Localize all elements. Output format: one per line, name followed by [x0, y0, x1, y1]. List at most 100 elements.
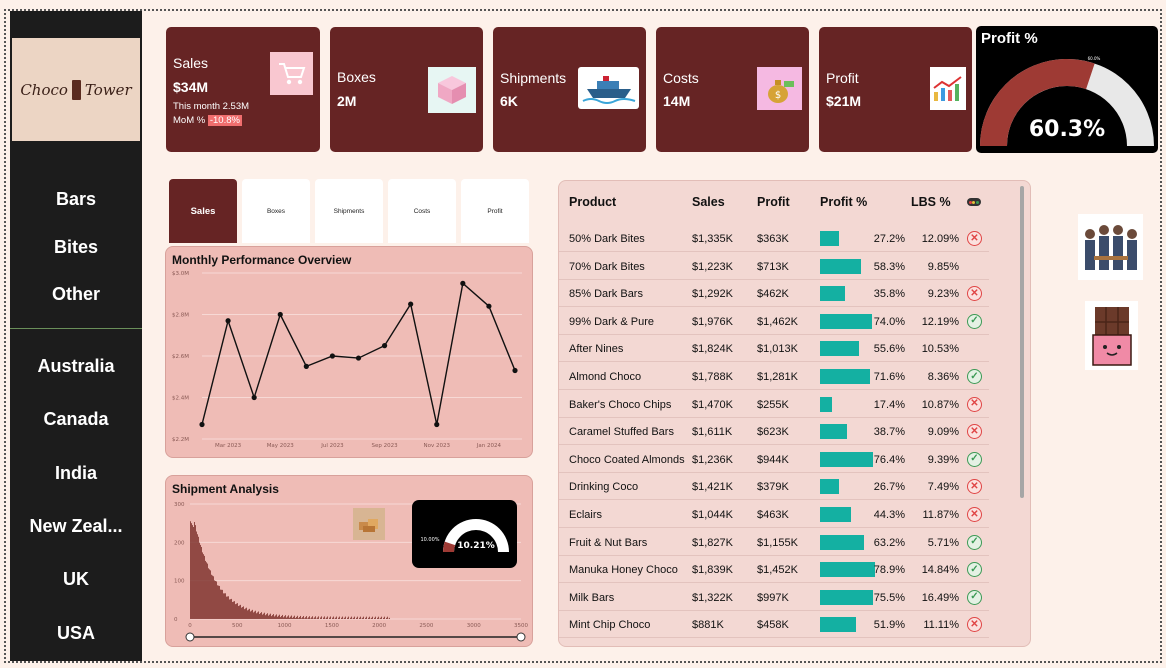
data-point[interactable]: [303, 363, 309, 369]
shipment-gauge-card: 10.00% 10.21%: [412, 500, 517, 568]
data-point[interactable]: [486, 303, 492, 309]
table-row[interactable]: 85% Dark Bars $1,292K $462K 35.8% 9.23% ✕: [559, 280, 989, 308]
table-row[interactable]: Almond Choco $1,788K $1,281K 71.6% 8.36% ✓: [559, 363, 989, 390]
table-row[interactable]: Choco Coated Almonds $1,236K $944K 76.4% 9.3…: [559, 446, 989, 473]
profit-pct-bar: [820, 617, 857, 633]
nav-country-india[interactable]: India: [10, 463, 142, 484]
histogram-bar: [247, 610, 248, 619]
table-row[interactable]: 50% Dark Bites $1,335K $363K 27.2% 12.09% ✕: [559, 225, 989, 252]
table-row[interactable]: Milk Bars $1,322K $997K 75.5% 16.49% ✓: [559, 584, 989, 611]
kpi-sales-mom: MoM % -10.8%: [173, 115, 242, 126]
table-row[interactable]: Caramel Stuffed Bars $1,611K $623K 38.7% 9.0…: [559, 418, 989, 446]
histogram-bar: [270, 613, 271, 619]
profit-pct-bar: [820, 424, 848, 440]
histogram-bar: [302, 617, 303, 619]
nav-category-bites[interactable]: Bites: [10, 237, 142, 258]
histogram-bar: [299, 617, 300, 619]
tab-shipments[interactable]: Shipments: [315, 179, 383, 243]
histogram-bar: [255, 610, 256, 619]
histogram-bar: [210, 570, 211, 619]
data-point[interactable]: [329, 353, 336, 359]
shipment-gauge-value: 10.21%: [457, 541, 495, 551]
data-point[interactable]: [251, 394, 257, 401]
histogram-bar: [306, 616, 307, 619]
table-row[interactable]: Fruit & Nut Bars $1,827K $1,155K 63.2% 5.71%…: [559, 529, 989, 556]
tab-profit[interactable]: Profit: [461, 179, 529, 243]
histogram-bar: [372, 616, 373, 619]
histogram-bar: [371, 617, 372, 619]
data-point[interactable]: [512, 367, 518, 374]
col-header-profit[interactable]: Profit: [757, 195, 790, 209]
chocolate-bar-logo-icon: [71, 79, 81, 100]
nav-category-bars[interactable]: Bars: [10, 189, 142, 210]
range-slider-max-handle[interactable]: [516, 632, 526, 642]
histogram-bar: [218, 585, 219, 619]
nav-country-canada[interactable]: Canada: [10, 409, 142, 430]
col-header-product[interactable]: Product: [569, 195, 616, 209]
range-slider-min-handle[interactable]: [185, 632, 195, 642]
table-row[interactable]: Baker's Choco Chips $1,470K $255K 17.4% 10.8…: [559, 391, 989, 418]
profit-cell: $1,281K: [757, 371, 798, 383]
product-cell: Fruit & Nut Bars: [569, 536, 648, 549]
histogram-bar: [332, 617, 333, 619]
check-status-icon: ✓: [967, 562, 982, 578]
kpi-profit-label: Profit: [826, 70, 859, 86]
profit-cell: $1,155K: [757, 536, 798, 549]
data-point[interactable]: [381, 343, 388, 349]
nav-category-other[interactable]: Other: [10, 284, 142, 305]
histogram-bar: [303, 616, 304, 619]
table-row[interactable]: 70% Dark Bites $1,223K $713K 58.3% 9.85%: [559, 253, 989, 280]
sales-cell: $1,611K: [692, 426, 733, 439]
table-row[interactable]: Eclairs $1,044K $463K 44.3% 11.87% ✕: [559, 501, 989, 528]
data-point[interactable]: [225, 318, 231, 324]
tab-boxes[interactable]: Boxes: [242, 179, 310, 243]
profit-pct-bar: [820, 396, 833, 412]
y-tick-label: 0: [174, 617, 178, 623]
data-point[interactable]: [408, 301, 414, 307]
nav-country-uk[interactable]: UK: [10, 569, 142, 590]
nav-country-new-zealand[interactable]: New Zeal...: [10, 516, 142, 537]
profit-pct-bar: [820, 479, 839, 495]
table-row[interactable]: After Nines $1,824K $1,013K 55.6% 10.53%: [559, 335, 989, 363]
histogram-bar: [274, 616, 275, 619]
data-point[interactable]: [355, 355, 362, 361]
histogram-bar: [220, 589, 221, 619]
table-row[interactable]: Mint Chip Choco $881K $458K 51.9% 11.11% ✕: [559, 611, 989, 639]
profit-pct-bar: [820, 534, 865, 550]
nav-country-usa[interactable]: USA: [10, 623, 142, 644]
profit-cell: $462K: [757, 288, 789, 301]
col-header-lbs-pct[interactable]: LBS %: [911, 195, 951, 209]
data-point[interactable]: [460, 280, 466, 286]
histogram-bar: [234, 601, 235, 619]
tab-costs[interactable]: Costs: [388, 179, 456, 243]
data-point[interactable]: [277, 311, 283, 318]
histogram-bar: [198, 536, 199, 619]
product-cell: After Nines: [569, 343, 624, 356]
histogram-bar: [261, 612, 262, 619]
table-row[interactable]: 99% Dark & Pure $1,976K $1,462K 74.0% 12.19%…: [559, 308, 989, 335]
money-bag-icon: $: [757, 67, 802, 110]
cross-status-icon: ✕: [967, 286, 982, 302]
data-point[interactable]: [434, 421, 440, 428]
col-header-sales[interactable]: Sales: [692, 195, 725, 209]
table-scrollbar[interactable]: [1020, 186, 1024, 498]
histogram-bar: [329, 617, 330, 619]
kpi-sales-value: $34M: [173, 79, 209, 95]
histogram-bar: [240, 604, 241, 619]
histogram-bar: [297, 615, 298, 619]
table-row[interactable]: Manuka Honey Choco $1,839K $1,452K 78.9% 14.…: [559, 556, 989, 584]
product-cell: Drinking Coco: [569, 481, 639, 494]
histogram-bar: [339, 616, 340, 619]
kpi-shipments-label: Shipments: [500, 70, 567, 86]
nav-country-australia[interactable]: Australia: [10, 356, 142, 377]
profit-gauge-value: 60.3%: [1029, 117, 1105, 142]
table-row[interactable]: Drinking Coco $1,421K $379K 26.7% 7.49% ✕: [559, 473, 989, 501]
sales-cell: $1,824K: [692, 343, 733, 356]
sales-cell: $1,044K: [692, 509, 733, 521]
kpi-costs-value: 14M: [663, 93, 691, 109]
tab-sales[interactable]: Sales: [169, 179, 237, 243]
sales-cell: $1,236K: [692, 453, 733, 466]
col-header-profit-pct[interactable]: Profit %: [820, 195, 867, 209]
data-point[interactable]: [199, 421, 205, 428]
histogram-bar: [193, 527, 194, 619]
